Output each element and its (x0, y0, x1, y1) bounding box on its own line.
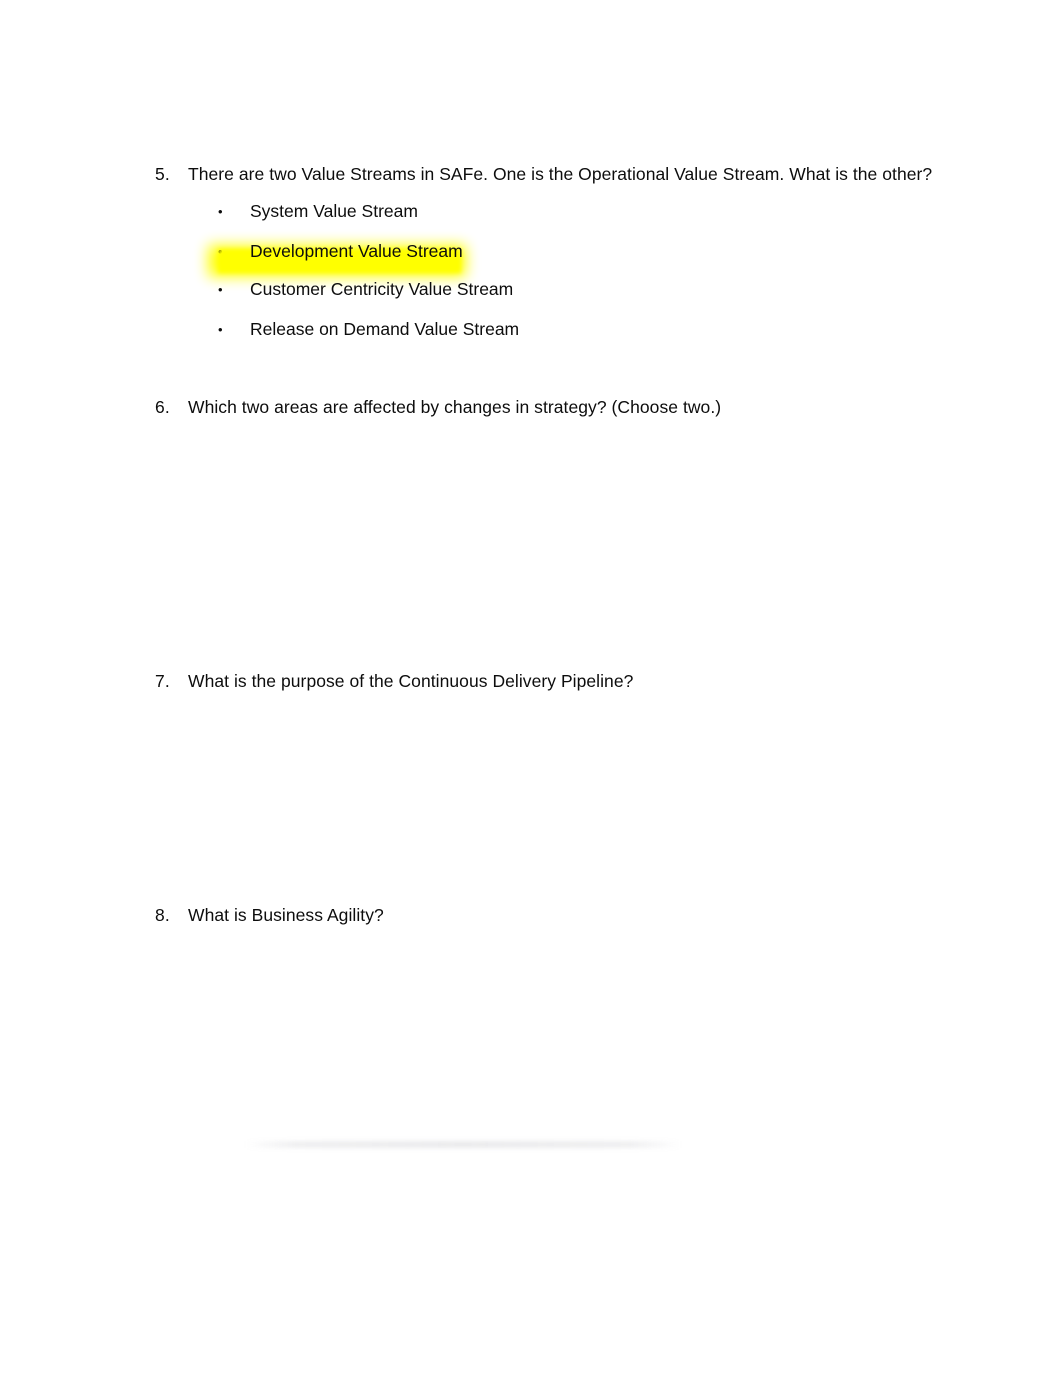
answer-label: System Value Stream (250, 201, 418, 221)
document-page: 5. There are two Value Streams in SAFe. … (0, 0, 1062, 1376)
answer-label: Release on Demand Value Stream (250, 319, 520, 339)
bullet-icon: • (218, 204, 223, 219)
question-text: Which two areas are affected by changes … (188, 397, 722, 417)
answer-option[interactable]: • Customer Centricity Value Stream (218, 278, 513, 302)
bullet-icon: • (218, 322, 223, 337)
question-number: 5. (155, 164, 170, 184)
bullet-icon: • (218, 282, 223, 297)
question-item-6: 6. Which two areas are affected by chang… (155, 396, 955, 418)
page-divider-shadow (245, 1141, 681, 1148)
question-item-5: 5. There are two Value Streams in SAFe. … (155, 163, 955, 185)
answer-label: Development Value Stream (250, 241, 463, 261)
question-item-7: 7. What is the purpose of the Continuous… (155, 670, 955, 692)
bullet-icon: • (218, 244, 223, 259)
question-text: What is Business Agility? (188, 905, 384, 925)
answer-option[interactable]: • System Value Stream (218, 200, 418, 224)
question-text: What is the purpose of the Continuous De… (188, 671, 634, 691)
answer-option-highlighted[interactable]: • Development Value Stream (208, 240, 466, 277)
answer-option[interactable]: • Release on Demand Value Stream (218, 318, 519, 342)
question-text: There are two Value Streams in SAFe. One… (188, 164, 933, 184)
question-number: 8. (155, 905, 170, 925)
question-item-8: 8. What is Business Agility? (155, 904, 955, 926)
question-number: 6. (155, 397, 170, 417)
answer-label: Customer Centricity Value Stream (250, 279, 514, 299)
question-number: 7. (155, 671, 170, 691)
